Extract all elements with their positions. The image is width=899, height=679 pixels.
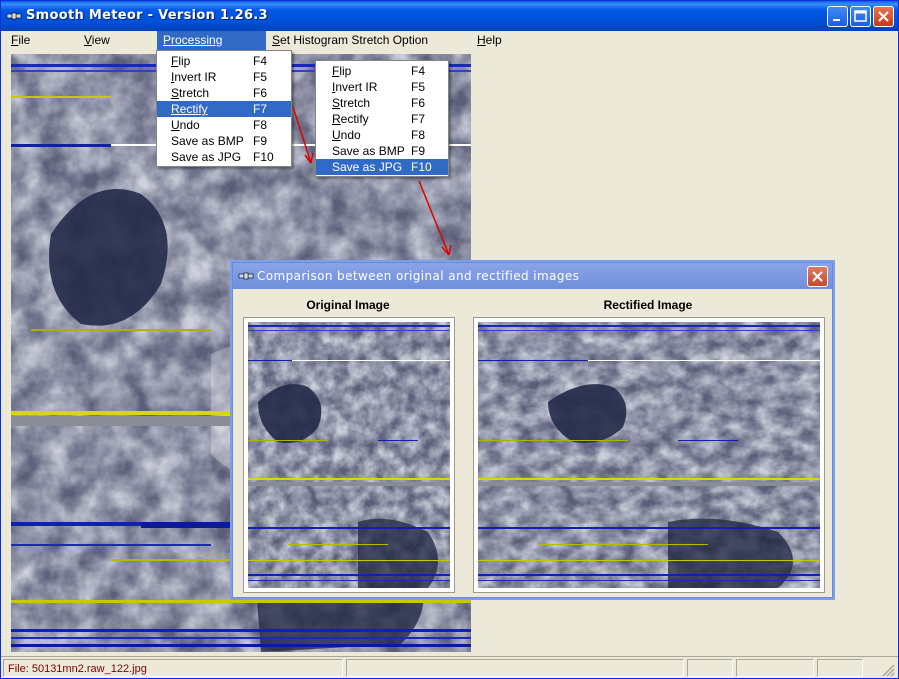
menu-histogram[interactable]: Set Histogram Stretch Option: [266, 31, 434, 50]
menu-item-rectify-shortcut: F7: [253, 102, 268, 116]
menu-item-rectify-label: ectify: [179, 102, 208, 116]
menu-item-stretch-shortcut: F6: [253, 86, 268, 100]
comparison-dialog: Comparison between original and rectifie…: [232, 262, 833, 598]
rectified-image: [478, 322, 820, 588]
menu-help-label: elp: [485, 33, 502, 47]
menu-item-save-bmp-shortcut: F9: [253, 134, 268, 148]
menu2-item-invert-ir-label: nvert IR: [335, 80, 378, 94]
menu-item-save-bmp-label: Save as BMP: [171, 134, 244, 148]
close-button[interactable]: [873, 6, 894, 27]
menu-item-invert-ir-shortcut: F5: [253, 70, 268, 84]
status-panel-2: [346, 659, 684, 677]
menu2-item-save-jpg[interactable]: Save as JPG F10: [316, 159, 448, 175]
menu-item-flip-shortcut: F4: [253, 54, 268, 68]
menu-item-save-jpg-shortcut: F10: [253, 150, 274, 164]
menu-item-stretch[interactable]: Stretch F6: [157, 85, 291, 101]
processing-menu: Flip F4 Invert IR F5 Stretch F6 Rectify F7 U…: [156, 50, 292, 167]
annotation-arrow-2: [418, 180, 452, 256]
status-text: File: 50131mn2.raw_122.jpg: [8, 663, 147, 675]
status-panel-file: File: 50131mn2.raw_122.jpg: [3, 659, 343, 677]
original-image-pane: [243, 317, 455, 593]
menu-file-label: ile: [18, 33, 31, 47]
menu2-item-save-jpg-shortcut: F10: [411, 160, 432, 174]
title-bar[interactable]: Smooth Meteor - Version 1.26.3: [1, 1, 898, 31]
menu-item-rectify[interactable]: Rectify F7: [157, 101, 291, 117]
menu-item-invert-ir-label: nvert IR: [174, 70, 217, 84]
original-image-graphic: [248, 322, 450, 588]
menu-file[interactable]: File: [5, 31, 36, 50]
menu-item-undo[interactable]: Undo F8: [157, 117, 291, 133]
menu-item-flip[interactable]: Flip F4: [157, 53, 291, 69]
processing-menu-alt: Flip F4 Invert IR F5 Stretch F6 Rectify F7 U…: [315, 60, 449, 177]
maximize-icon: [854, 10, 867, 22]
close-icon: [878, 11, 889, 22]
menu2-item-flip-shortcut: F4: [411, 64, 426, 78]
rectified-image-graphic: [478, 322, 820, 588]
status-panel-3: [687, 659, 733, 677]
resize-grip-icon[interactable]: [881, 663, 895, 677]
menu-view-mnemonic: V: [84, 33, 92, 47]
menu-help[interactable]: Help: [471, 31, 508, 50]
menu-histogram-label: et Histogram Stretch Option: [280, 33, 429, 47]
menu-help-mnemonic: H: [477, 33, 486, 47]
satellite-icon: [238, 272, 254, 280]
menu-item-invert-ir[interactable]: Invert IR F5: [157, 69, 291, 85]
menu2-item-stretch-shortcut: F6: [411, 96, 426, 110]
menu-item-rectify-mnemonic: R: [171, 102, 180, 116]
rectified-image-caption: Rectified Image: [603, 298, 693, 312]
menu2-item-rectify-shortcut: F7: [411, 112, 426, 126]
menu-item-save-jpg-label: Save as JPG: [171, 150, 242, 164]
window-title: Smooth Meteor - Version 1.26.3: [26, 8, 268, 23]
menu2-item-rectify-mnemonic: R: [332, 112, 341, 126]
menu2-item-save-bmp-label: Save as BMP: [332, 144, 405, 158]
close-icon: [812, 271, 823, 282]
annotation-arrow-1: [292, 106, 314, 164]
menu2-item-stretch-label: tretch: [340, 96, 371, 110]
menu-item-stretch-mnemonic: S: [171, 86, 180, 100]
rectified-image-pane: [473, 317, 825, 593]
minimize-button[interactable]: [827, 6, 848, 27]
app-window: Smooth Meteor - Version 1.26.3 File View…: [0, 0, 899, 679]
menu-bar: File View Processing Set Histogram Stret…: [1, 31, 898, 50]
menu-item-save-jpg[interactable]: Save as JPG F10: [157, 149, 291, 165]
status-bar: File: 50131mn2.raw_122.jpg: [1, 656, 898, 678]
menu2-item-invert-ir-shortcut: F5: [411, 80, 426, 94]
menu-view-label: iew: [91, 33, 110, 47]
menu2-item-stretch[interactable]: Stretch F6: [316, 95, 448, 111]
menu-processing-mnemonic: P: [163, 33, 172, 47]
menu2-item-undo[interactable]: Undo F8: [316, 127, 448, 143]
menu-processing[interactable]: Processing: [157, 31, 266, 50]
menu-item-stretch-label: tretch: [179, 86, 210, 100]
menu-item-save-bmp[interactable]: Save as BMP F9: [157, 133, 291, 149]
menu2-item-save-bmp[interactable]: Save as BMP F9: [316, 143, 448, 159]
menu2-item-rectify[interactable]: Rectify F7: [316, 111, 448, 127]
menu2-item-undo-mnemonic: U: [332, 128, 341, 142]
menu-item-undo-mnemonic: U: [171, 118, 180, 132]
menu2-item-invert-ir[interactable]: Invert IR F5: [316, 79, 448, 95]
status-panel-5: [817, 659, 863, 677]
menu-item-flip-label: lip: [178, 54, 191, 68]
minimize-icon: [833, 19, 840, 21]
menu-item-undo-shortcut: F8: [253, 118, 268, 132]
menu-view[interactable]: View: [78, 31, 116, 50]
original-image-caption: Original Image: [306, 298, 390, 312]
menu2-item-save-bmp-shortcut: F9: [411, 144, 426, 158]
menu2-item-flip-label: lip: [339, 64, 352, 78]
maximize-button[interactable]: [850, 6, 871, 27]
menu2-item-undo-shortcut: F8: [411, 128, 426, 142]
menu2-item-save-jpg-label: Save as JPG: [332, 160, 403, 174]
menu-item-undo-label: ndo: [179, 118, 200, 132]
original-image: [248, 322, 450, 588]
menu-processing-label: rocessing: [171, 33, 223, 47]
menu2-item-stretch-mnemonic: S: [332, 96, 341, 110]
dialog-title-bar[interactable]: Comparison between original and rectifie…: [233, 263, 832, 289]
menu-histogram-mnemonic: S: [272, 33, 281, 47]
status-panel-4: [736, 659, 814, 677]
menu2-item-flip[interactable]: Flip F4: [316, 63, 448, 79]
satellite-icon: [6, 12, 22, 20]
menu2-item-undo-label: ndo: [340, 128, 361, 142]
menu2-item-rectify-label: ectify: [340, 112, 369, 126]
dialog-close-button[interactable]: [807, 266, 828, 287]
dialog-title: Comparison between original and rectifie…: [257, 269, 580, 283]
